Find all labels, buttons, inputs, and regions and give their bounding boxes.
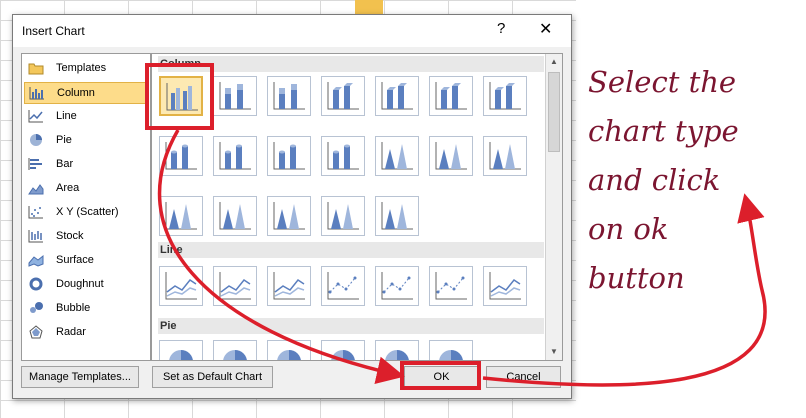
note-line: Select the bbox=[588, 65, 737, 99]
arrow-subtype-to-ok bbox=[157, 129, 405, 384]
instruction-note: Select the chart type and click on ok bu… bbox=[588, 58, 798, 303]
note-line: button bbox=[588, 261, 685, 295]
note-line: chart type bbox=[588, 114, 739, 148]
note-line: on ok bbox=[588, 212, 669, 246]
note-line: and click bbox=[588, 163, 721, 197]
